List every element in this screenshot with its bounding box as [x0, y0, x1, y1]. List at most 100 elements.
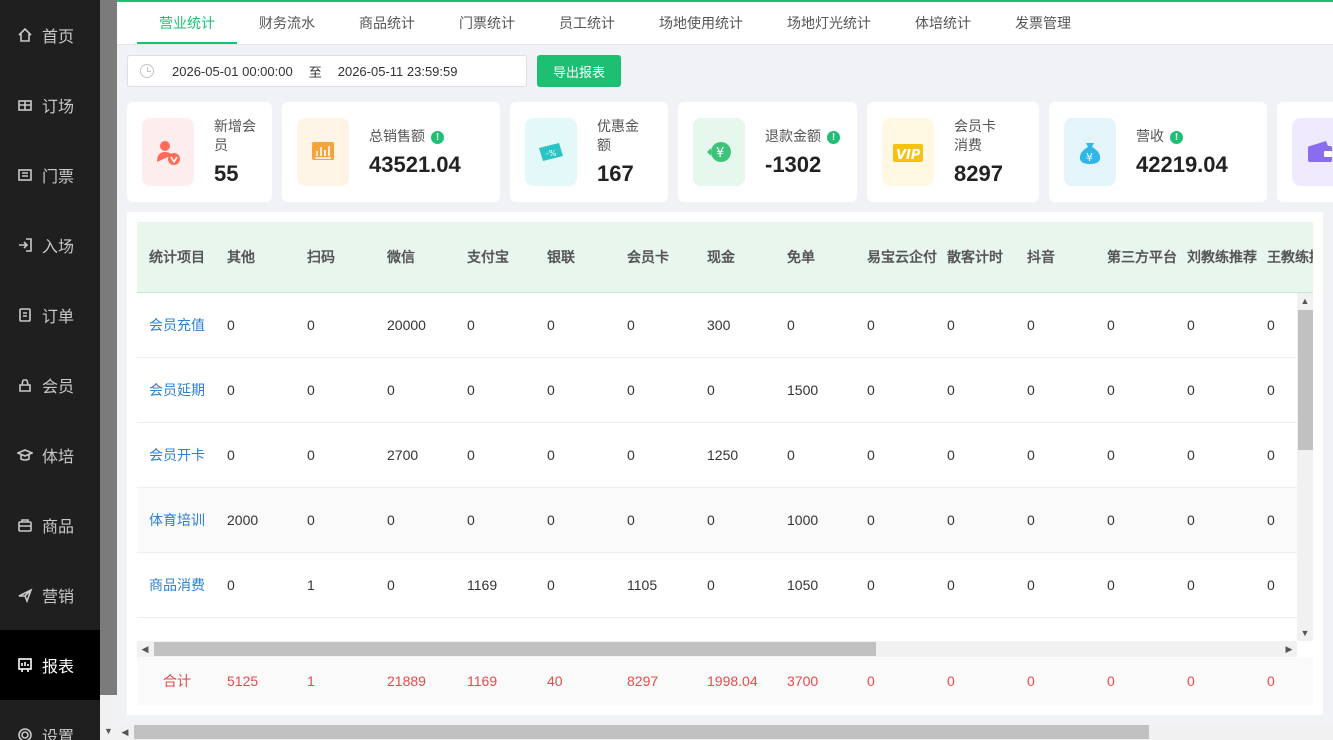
column-header: 支付宝 — [467, 249, 509, 265]
scroll-down-arrow-icon[interactable]: ▼ — [1297, 625, 1313, 641]
sidebar-item-10[interactable]: 设置 — [0, 700, 100, 740]
sidebar-item-8[interactable]: 营销 — [0, 560, 100, 630]
table-cell[interactable]: 商品消费 — [137, 575, 217, 595]
sidebar-item-label: 设置 — [42, 729, 75, 740]
info-icon[interactable]: ! — [1170, 130, 1183, 144]
stat-card-5: ¥ 营收! 42219.04 — [1049, 102, 1267, 202]
table-cell: 0 — [1027, 382, 1035, 398]
scroll-up-arrow-icon[interactable]: ▲ — [1297, 293, 1313, 309]
table-cell: 8297 — [627, 673, 659, 689]
stat-card-value: -1302 — [765, 151, 822, 177]
sidebar-item-label: 首页 — [42, 29, 75, 46]
table-cell: 0 — [547, 317, 555, 333]
table-header-row: 统计项目 其他 扫码 微信 支付宝 银联 会员卡 现金 免单 易宝云企付 散客计时 抖音 第三方平台 刘教… — [137, 222, 1313, 293]
svg-text:¥: ¥ — [716, 146, 724, 161]
refund-icon: ¥ — [693, 118, 745, 186]
court-booking-icon — [16, 96, 34, 114]
table-cell: 0 — [387, 577, 395, 593]
date-range-picker[interactable]: 2026-05-01 00:00:00 至 2026-05-11 23:59:5… — [127, 55, 527, 87]
scroll-right-arrow-icon[interactable]: ▶ — [1281, 641, 1297, 657]
page-hscroll-thumb[interactable] — [134, 725, 1149, 739]
sidebar-item-2[interactable]: 门票 — [0, 140, 100, 210]
sidebar-item-label: 会员 — [42, 379, 75, 396]
discount-coupon-icon: -% — [525, 118, 577, 186]
table-cell[interactable]: 会员充值 — [137, 315, 217, 335]
table-cell: 0 — [947, 512, 955, 528]
table-cell: 0 — [307, 512, 315, 528]
table-cell: 0 — [467, 317, 475, 333]
table-cell: 0 — [947, 577, 955, 593]
table-cell: 0 — [307, 382, 315, 398]
sidebar-scrollbar[interactable]: ▼ — [100, 0, 117, 740]
table-cell: 0 — [467, 382, 475, 398]
scroll-down-arrow-icon[interactable]: ▼ — [100, 723, 117, 740]
summary-cards: 新增会员 55 总销售额! 43521.04 -% 优惠金额 167 ¥ 退款金额! -1302 V… — [127, 102, 1333, 202]
column-header: 现金 — [707, 249, 735, 265]
table-cell: 0 — [547, 382, 555, 398]
tab-6[interactable]: 场地灯光统计 — [765, 2, 893, 44]
column-header: 第三方平台 — [1107, 249, 1177, 265]
end-date[interactable]: 2026-05-11 23:59:59 — [338, 64, 458, 79]
tab-7[interactable]: 体培统计 — [893, 2, 993, 44]
sidebar-item-1[interactable]: 订场 — [0, 70, 100, 140]
info-icon[interactable]: ! — [431, 130, 444, 144]
member-icon — [16, 376, 34, 394]
table-horizontal-scrollbar[interactable]: ◀ ▶ — [137, 641, 1297, 657]
column-header: 刘教练推荐 — [1187, 249, 1257, 265]
sales-chart-icon — [297, 118, 349, 186]
stat-card-value: 55 — [214, 161, 239, 186]
tab-3[interactable]: 门票统计 — [437, 2, 537, 44]
sidebar-item-0[interactable]: 首页 — [0, 0, 100, 70]
table-cell: 1050 — [787, 577, 819, 593]
table-vertical-scrollbar[interactable]: ▲ ▼ — [1297, 293, 1313, 641]
start-date[interactable]: 2026-05-01 00:00:00 — [172, 64, 293, 79]
tab-8[interactable]: 发票管理 — [993, 2, 1093, 44]
table-cell: 0 — [787, 317, 795, 333]
table-cell: 0 — [547, 577, 555, 593]
table-cell: 300 — [707, 317, 731, 333]
sidebar-item-4[interactable]: 订单 — [0, 280, 100, 350]
sidebar-item-5[interactable]: 会员 — [0, 350, 100, 420]
table-cell: 21889 — [387, 673, 426, 689]
table-cell: 0 — [627, 382, 635, 398]
report-icon — [16, 656, 34, 674]
wallet-icon — [1292, 118, 1333, 186]
clock-icon — [140, 64, 154, 78]
table-cell[interactable]: 体育培训 — [137, 510, 217, 530]
table-total-row: 合计 5125 1 21889 1169 40 8297 1998.04 3700 0 0 0 0 0 0 — [137, 657, 1313, 705]
table-cell: 0 — [707, 577, 715, 593]
settings-icon — [16, 726, 34, 740]
table-cell: 0 — [227, 317, 235, 333]
info-icon[interactable]: ! — [827, 130, 840, 144]
table-cell: 1250 — [707, 447, 739, 463]
sidebar-item-label: 入场 — [42, 239, 75, 256]
sidebar-item-9[interactable]: 报表 — [0, 630, 100, 700]
sidebar-item-7[interactable]: 商品 — [0, 490, 100, 560]
table-cell[interactable]: 会员延期 — [137, 380, 217, 400]
table-cell[interactable]: 会员开卡 — [137, 445, 217, 465]
table-vscroll-thumb[interactable] — [1298, 310, 1313, 450]
tab-5[interactable]: 场地使用统计 — [637, 2, 765, 44]
tab-0[interactable]: 营业统计 — [137, 2, 237, 44]
table-cell: 0 — [1107, 447, 1115, 463]
sidebar-item-6[interactable]: 体培 — [0, 420, 100, 490]
table-cell: 0 — [547, 512, 555, 528]
training-icon — [16, 446, 34, 464]
tab-2[interactable]: 商品统计 — [337, 2, 437, 44]
scroll-left-arrow-icon[interactable]: ◀ — [137, 641, 153, 657]
page-horizontal-scrollbar[interactable]: ◀ — [117, 724, 1333, 740]
scroll-left-arrow-icon[interactable]: ◀ — [117, 724, 133, 740]
table-hscroll-thumb[interactable] — [154, 642, 876, 656]
table-cell: 0 — [707, 512, 715, 528]
tab-4[interactable]: 员工统计 — [537, 2, 637, 44]
stat-card-label: 会员卡消费 — [954, 118, 996, 153]
table-cell: 0 — [1107, 512, 1115, 528]
svg-text:¥: ¥ — [1086, 151, 1093, 164]
export-report-button[interactable]: 导出报表 — [537, 55, 622, 87]
stat-card-1: 总销售额! 43521.04 — [282, 102, 500, 202]
sidebar-scrollbar-thumb[interactable] — [100, 0, 117, 695]
table-cell: 0 — [547, 447, 555, 463]
sidebar-item-3[interactable]: 入场 — [0, 210, 100, 280]
tab-1[interactable]: 财务流水 — [237, 2, 337, 44]
table-cell: 1 — [307, 577, 315, 593]
